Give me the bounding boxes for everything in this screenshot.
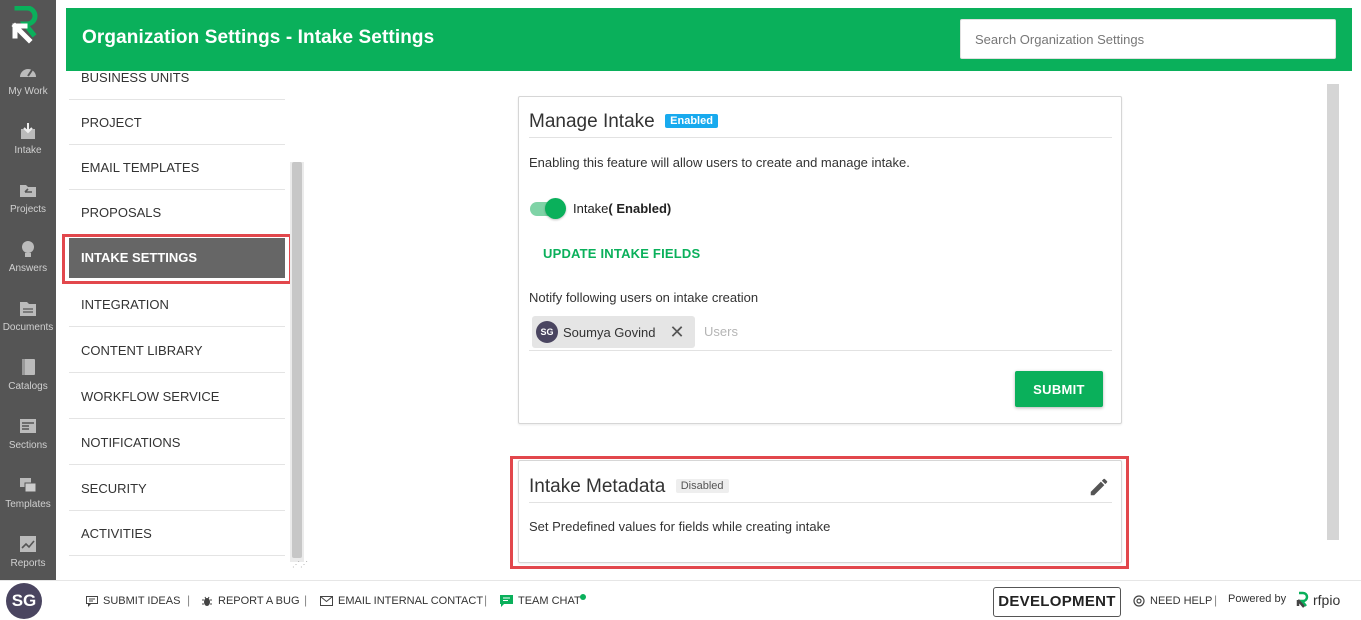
rail-intake[interactable]: Intake — [0, 121, 56, 171]
chart-icon — [20, 536, 36, 552]
folder-back-icon — [20, 185, 36, 197]
team-chat-link[interactable]: TEAM CHAT — [500, 595, 581, 607]
users-input[interactable] — [704, 324, 1084, 339]
nav-item-email-templates[interactable]: EMAIL TEMPLATES — [69, 145, 285, 190]
footer-separator: | — [484, 593, 488, 607]
close-icon[interactable]: ✕ — [670, 323, 685, 341]
nav-item-proposals[interactable]: PROPOSALS — [69, 190, 285, 235]
nav-item-business-units[interactable]: BUSINESS UNITS — [69, 71, 285, 100]
rail-projects[interactable]: Projects — [0, 180, 56, 230]
nav-item-integration[interactable]: INTEGRATION — [69, 282, 285, 327]
report-bug-link[interactable]: REPORT A BUG — [201, 595, 300, 607]
rail-label: Documents — [2, 322, 54, 333]
online-status-dot — [580, 594, 586, 600]
email-contact-link[interactable]: EMAIL INTERNAL CONTACT — [320, 595, 483, 607]
avatar: SG — [536, 321, 558, 343]
footer-separator: | — [1214, 593, 1218, 607]
rail-documents[interactable]: Documents — [0, 298, 56, 348]
footer-separator: | — [304, 593, 308, 607]
gauge-icon — [20, 69, 36, 77]
comment-icon — [86, 595, 98, 607]
templates-icon — [20, 478, 37, 493]
environment-badge: DEVELOPMENT — [993, 587, 1121, 617]
rail-label: Reports — [10, 558, 46, 569]
manage-intake-title: Manage Intake — [529, 111, 655, 132]
user-chip: SG Soumya Govind ✕ — [532, 316, 695, 348]
user-chip-name: Soumya Govind — [563, 324, 656, 340]
rail-label: Projects — [9, 204, 47, 215]
notify-users-label: Notify following users on intake creatio… — [529, 290, 759, 305]
toggle-label-state: ( Enabled) — [608, 201, 672, 216]
manage-intake-card: Manage Intake Enabled Enabling this feat… — [518, 96, 1122, 424]
email-contact-label: EMAIL INTERNAL CONTACT — [338, 595, 484, 607]
rail-label: Catalogs — [8, 381, 48, 392]
manage-intake-description: Enabling this feature will allow users t… — [529, 155, 910, 170]
need-help-link[interactable]: NEED HELP — [1133, 595, 1212, 607]
rail-answers[interactable]: Answers — [0, 239, 56, 289]
submit-button[interactable]: SUBMIT — [1015, 371, 1103, 407]
rail-label: Answers — [8, 263, 48, 274]
rfpio-brand[interactable]: rfpio — [1296, 591, 1340, 609]
page-title: Organization Settings - Intake Settings — [82, 27, 435, 48]
rail-reports[interactable]: Reports — [0, 534, 56, 584]
nav-item-workflow-service[interactable]: WORKFLOW SERVICE — [69, 374, 285, 419]
nav-scrollbar-thumb[interactable] — [292, 162, 302, 558]
intake-metadata-highlight — [510, 456, 1129, 569]
settings-nav: BUSINESS UNITS PROJECT EMAIL TEMPLATES P… — [66, 71, 304, 571]
report-bug-label: REPORT A BUG — [218, 595, 300, 607]
toggle-label-prefix: Intake — [573, 201, 609, 216]
footer: SG SUBMIT IDEAS | REPORT A BUG | EMAIL I… — [0, 580, 1361, 620]
chat-icon — [500, 595, 513, 607]
card-divider — [529, 137, 1112, 138]
rail-label: Intake — [14, 145, 42, 156]
active-nav-highlight — [62, 234, 292, 284]
nav-item-notifications[interactable]: NOTIFICATIONS — [69, 420, 285, 465]
lightbulb-icon — [22, 241, 34, 257]
nav-item-project[interactable]: PROJECT — [69, 100, 285, 145]
help-ring-icon — [1133, 595, 1145, 607]
rail-my-work[interactable]: My Work — [0, 62, 56, 112]
rail-label: My Work — [8, 86, 48, 97]
nav-item-content-library[interactable]: CONTENT LIBRARY — [69, 328, 285, 373]
toggle-knob — [545, 198, 566, 219]
submit-ideas-link[interactable]: SUBMIT IDEAS — [86, 595, 180, 607]
brand-name: rfpio — [1313, 592, 1341, 608]
mail-icon — [320, 596, 333, 606]
footer-separator: | — [187, 593, 191, 607]
nav-item-activities[interactable]: ACTIVITIES — [69, 511, 285, 556]
nav-item-security[interactable]: SECURITY — [69, 466, 285, 511]
rail-label: Templates — [5, 499, 51, 510]
main-scrollbar[interactable] — [1327, 84, 1339, 540]
sections-icon — [20, 419, 36, 433]
rail-label: Sections — [8, 440, 48, 451]
rail-templates[interactable]: Templates — [0, 475, 56, 525]
intake-toggle-label: Intake( Enabled) — [573, 201, 671, 216]
team-chat-label: TEAM CHAT — [518, 595, 581, 607]
catalog-book-icon — [22, 359, 35, 375]
left-rail: My Work Intake Projects Answers Document… — [0, 0, 56, 580]
inbox-download-icon — [21, 123, 35, 139]
submit-ideas-label: SUBMIT IDEAS — [103, 595, 181, 607]
nav-scrollbar[interactable] — [290, 162, 304, 562]
rfpio-brand-icon — [1296, 591, 1309, 608]
status-badge-enabled: Enabled — [665, 114, 718, 128]
need-help-label: NEED HELP — [1150, 595, 1213, 607]
rfpio-logo[interactable] — [11, 6, 43, 44]
rail-sections[interactable]: Sections — [0, 416, 56, 466]
page-header: Organization Settings - Intake Settings — [66, 8, 1352, 71]
rail-catalogs[interactable]: Catalogs — [0, 357, 56, 407]
documents-icon — [20, 302, 36, 316]
update-intake-fields-button[interactable]: UPDATE INTAKE FIELDS — [543, 246, 700, 261]
resize-grip-icon[interactable]: ⋰⋰ — [292, 560, 308, 570]
powered-by-label: Powered by — [1228, 593, 1287, 605]
user-avatar[interactable]: SG — [6, 583, 42, 619]
users-input-underline — [529, 350, 1112, 351]
bug-icon — [202, 596, 212, 606]
intake-toggle[interactable] — [530, 198, 566, 219]
search-input[interactable] — [960, 19, 1336, 59]
